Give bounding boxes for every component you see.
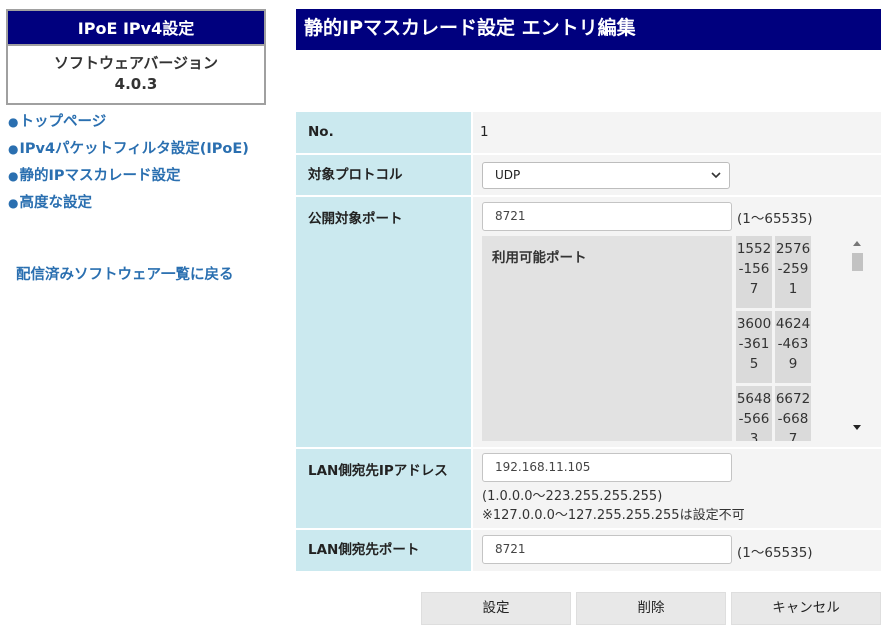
nav-item-label: 高度な設定 (19, 195, 92, 211)
software-version: ソフトウェアバージョン 4.0.3 (8, 46, 264, 103)
scroll-down-arrow-icon[interactable] (853, 424, 861, 433)
bullet-icon: ● (8, 142, 19, 156)
public-port-range: (1〜65535) (737, 211, 813, 227)
scroll-up-arrow-icon[interactable] (853, 239, 861, 248)
nav-item-top-page[interactable]: ●トップページ (8, 113, 249, 140)
lan-port-range: (1〜65535) (737, 545, 813, 561)
available-ports-list[interactable]: 1552 -156 7 2576 -259 1 3600 -361 5 4624 -463 9 … (736, 236, 814, 441)
port-range-item[interactable]: 1552 -156 7 (736, 236, 772, 308)
form-row-protocol: 対象プロトコル UDP (296, 155, 881, 195)
protocol-select[interactable]: UDP (482, 162, 730, 189)
sidebar-info-box: IPoE IPv4設定 ソフトウェアバージョン 4.0.3 (6, 9, 266, 105)
lan-ip-label: LAN側宛先IPアドレス (296, 449, 471, 528)
form-row-public-port: 公開対象ポート 8721 (1〜65535) 利用可能ポート 1552 -156 7… (296, 197, 881, 447)
cancel-button[interactable]: キャンセル (731, 592, 881, 625)
public-port-label: 公開対象ポート (296, 197, 471, 447)
nav-item-advanced[interactable]: ●高度な設定 (8, 194, 249, 221)
nav-item-label: IPv4パケットフィルタ設定(IPoE) (19, 141, 249, 157)
no-label: No. (296, 112, 471, 153)
sidebar-nav: ●トップページ ●IPv4パケットフィルタ設定(IPoE) ●静的IPマスカレー… (8, 113, 249, 221)
lan-port-label: LAN側宛先ポート (296, 530, 471, 571)
port-range-item[interactable]: 5648 -566 3 (736, 386, 772, 441)
protocol-selected-value: UDP (495, 168, 521, 182)
available-ports-title: 利用可能ポート (492, 250, 587, 266)
set-button[interactable]: 設定 (421, 592, 571, 625)
back-to-software-list-link[interactable]: 配信済みソフトウェア一覧に戻る (16, 263, 234, 284)
lan-ip-range-note: (1.0.0.0〜223.255.255.255) (482, 489, 663, 504)
form-row-lan-port: LAN側宛先ポート 8721 (1〜65535) (296, 530, 881, 571)
nav-item-label: 静的IPマスカレード設定 (19, 168, 181, 184)
page-title: 静的IPマスカレード設定 エントリ編集 (296, 9, 881, 50)
port-range-item[interactable]: 6672 -668 7 (775, 386, 811, 441)
lan-ip-restriction-note: ※127.0.0.0〜127.255.255.255は設定不可 (482, 508, 745, 523)
bullet-icon: ● (8, 196, 19, 210)
nav-item-static-masquerade[interactable]: ●静的IPマスカレード設定 (8, 167, 249, 194)
port-range-item[interactable]: 3600 -361 5 (736, 311, 772, 383)
nav-item-label: トップページ (19, 114, 107, 130)
public-port-input[interactable]: 8721 (482, 202, 732, 231)
bullet-icon: ● (8, 169, 19, 183)
version-value: 4.0.3 (114, 75, 158, 93)
delete-button[interactable]: 削除 (576, 592, 726, 625)
lan-ip-input[interactable]: 192.168.11.105 (482, 453, 732, 482)
no-value: 1 (473, 112, 881, 153)
port-range-item[interactable]: 4624 -463 9 (775, 311, 811, 383)
form-row-lan-ip: LAN側宛先IPアドレス 192.168.11.105 (1.0.0.0〜223… (296, 449, 881, 528)
scrollbar-thumb[interactable] (852, 253, 863, 271)
nav-item-packet-filter[interactable]: ●IPv4パケットフィルタ設定(IPoE) (8, 140, 249, 167)
lan-port-input[interactable]: 8721 (482, 535, 732, 564)
form-row-no: No. 1 (296, 112, 881, 153)
version-label: ソフトウェアバージョン (53, 54, 219, 72)
available-ports-panel: 利用可能ポート (482, 236, 732, 441)
port-range-item[interactable]: 2576 -259 1 (775, 236, 811, 308)
app-title: IPoE IPv4設定 (8, 11, 264, 46)
chevron-down-icon (711, 163, 721, 197)
protocol-label: 対象プロトコル (296, 155, 471, 195)
ports-scrollbar[interactable] (850, 236, 864, 441)
bullet-icon: ● (8, 115, 19, 129)
